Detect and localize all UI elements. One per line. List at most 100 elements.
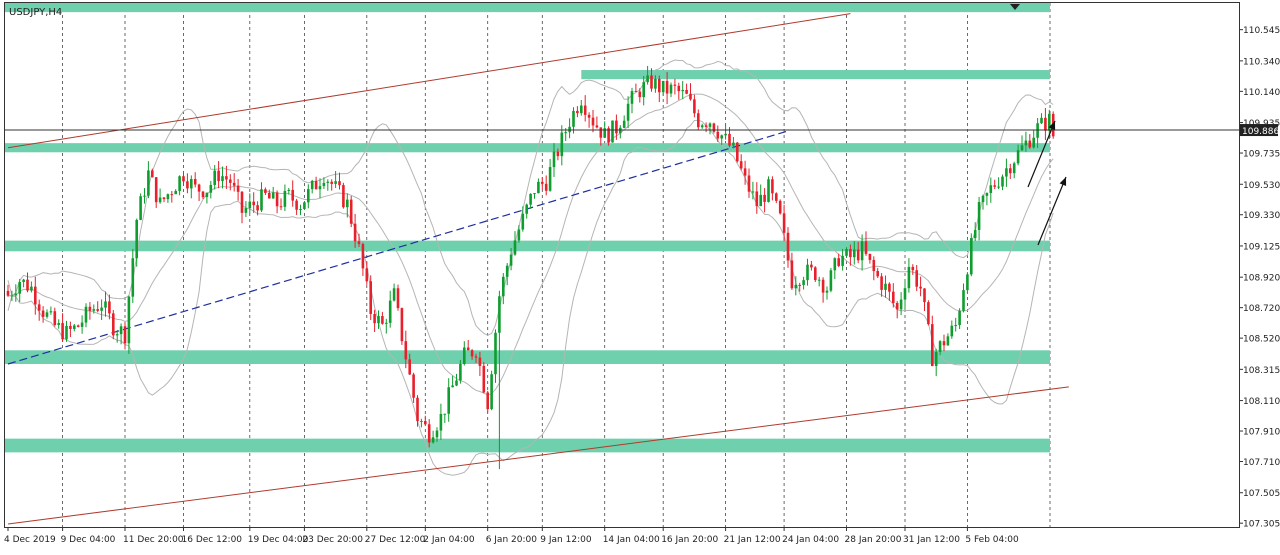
candle-body (217, 170, 220, 182)
x-tick-label: 2 Jan 04:00 (423, 535, 475, 545)
candle-body (724, 133, 727, 136)
candle-body (790, 260, 794, 289)
y-tick-label: 107.305 (1243, 520, 1280, 530)
candle-body (895, 302, 899, 310)
candle-body (474, 356, 478, 358)
candle-body (431, 437, 435, 443)
candle-body (966, 274, 969, 291)
candle-body (18, 281, 21, 294)
candle-body (174, 190, 177, 195)
candle-body (970, 238, 973, 275)
candle-body (942, 341, 946, 346)
candle-body (802, 280, 805, 285)
candle-body (638, 91, 642, 98)
x-tick-label: 11 Dec 20:00 (123, 535, 184, 545)
candle-body (427, 424, 431, 443)
candle-body (560, 132, 564, 157)
candle-body (342, 185, 345, 208)
chart-window: 109.886 110.545 110.340 110.140 109.935 109.… (0, 0, 1280, 551)
candle-body (279, 206, 283, 208)
candle-body (182, 176, 185, 182)
candle-body (938, 341, 942, 352)
candle (611, 120, 614, 143)
candle-body (209, 184, 213, 193)
candle-body (911, 266, 915, 271)
candle-body (907, 266, 911, 289)
candle-body (825, 290, 829, 293)
candle-body (158, 197, 162, 203)
candle-body (57, 323, 60, 325)
candle-body (946, 336, 950, 346)
candle-body (798, 284, 801, 286)
candle-body (642, 82, 645, 98)
candle-body (681, 89, 684, 92)
candle-body (1024, 140, 1028, 146)
candle-body (334, 181, 337, 184)
candle-body (365, 268, 369, 282)
candle-body (112, 313, 115, 336)
candle-body (517, 229, 521, 241)
candle-body (451, 385, 454, 388)
y-tick-label: 108.110 (1243, 397, 1280, 407)
candle-body (470, 350, 474, 357)
candle (970, 233, 973, 277)
y-tick-label: 107.910 (1243, 428, 1280, 438)
candle-body (950, 325, 954, 337)
candle-body (583, 105, 587, 115)
usdjpy-h4-chart[interactable]: 109.886 110.545110.340110.140109.935109.… (0, 0, 1280, 551)
candle-body (73, 325, 76, 329)
candle-body (533, 193, 536, 195)
candle-body (314, 180, 318, 190)
candle-body (178, 176, 181, 191)
x-tick-label: 16 Jan 20:00 (661, 535, 718, 545)
candle-body (993, 185, 996, 187)
candle-body (973, 229, 977, 239)
candle-body (775, 193, 778, 201)
candle (829, 267, 833, 293)
candle-body (841, 255, 844, 266)
candle-body (599, 127, 603, 138)
candle-body (544, 183, 548, 191)
candle-body (954, 325, 957, 327)
candle-body (521, 213, 525, 230)
x-tick-label: 4 Dec 2019 (4, 535, 56, 545)
candle-body (119, 326, 123, 335)
candle-body (162, 197, 166, 200)
candle-body (763, 194, 766, 202)
candle-body (915, 270, 918, 287)
candle-body (513, 240, 517, 255)
candle-body (622, 120, 626, 128)
candle-body (147, 170, 150, 196)
candle-body (385, 322, 388, 324)
candle-body (404, 341, 408, 360)
candle (814, 266, 817, 282)
candle-body (392, 288, 396, 301)
candle-body (260, 189, 263, 211)
zone-rect (5, 350, 1050, 365)
candle-body (771, 179, 774, 194)
candle-body (1020, 145, 1024, 151)
candle-body (876, 271, 879, 277)
candle-body (677, 85, 681, 92)
candle-body (127, 296, 131, 344)
candle (400, 307, 404, 345)
candle-body (595, 125, 599, 128)
candle-body (989, 185, 993, 194)
candle-body (416, 397, 419, 422)
candle-body (424, 421, 427, 425)
candle-body (860, 241, 864, 261)
candle-body (646, 75, 649, 83)
candle-body (201, 191, 205, 198)
candle-body (755, 191, 759, 207)
candle (349, 195, 353, 228)
plot-background (0, 0, 1280, 551)
candle-body (381, 316, 384, 324)
candle-body (548, 167, 552, 191)
candle-body (6, 290, 10, 296)
candle-body (447, 387, 450, 414)
candle-body (923, 288, 926, 303)
candle-body (1012, 163, 1016, 174)
candle-body (439, 413, 443, 431)
y-tick-label: 110.340 (1243, 57, 1280, 67)
candle-body (37, 304, 41, 311)
